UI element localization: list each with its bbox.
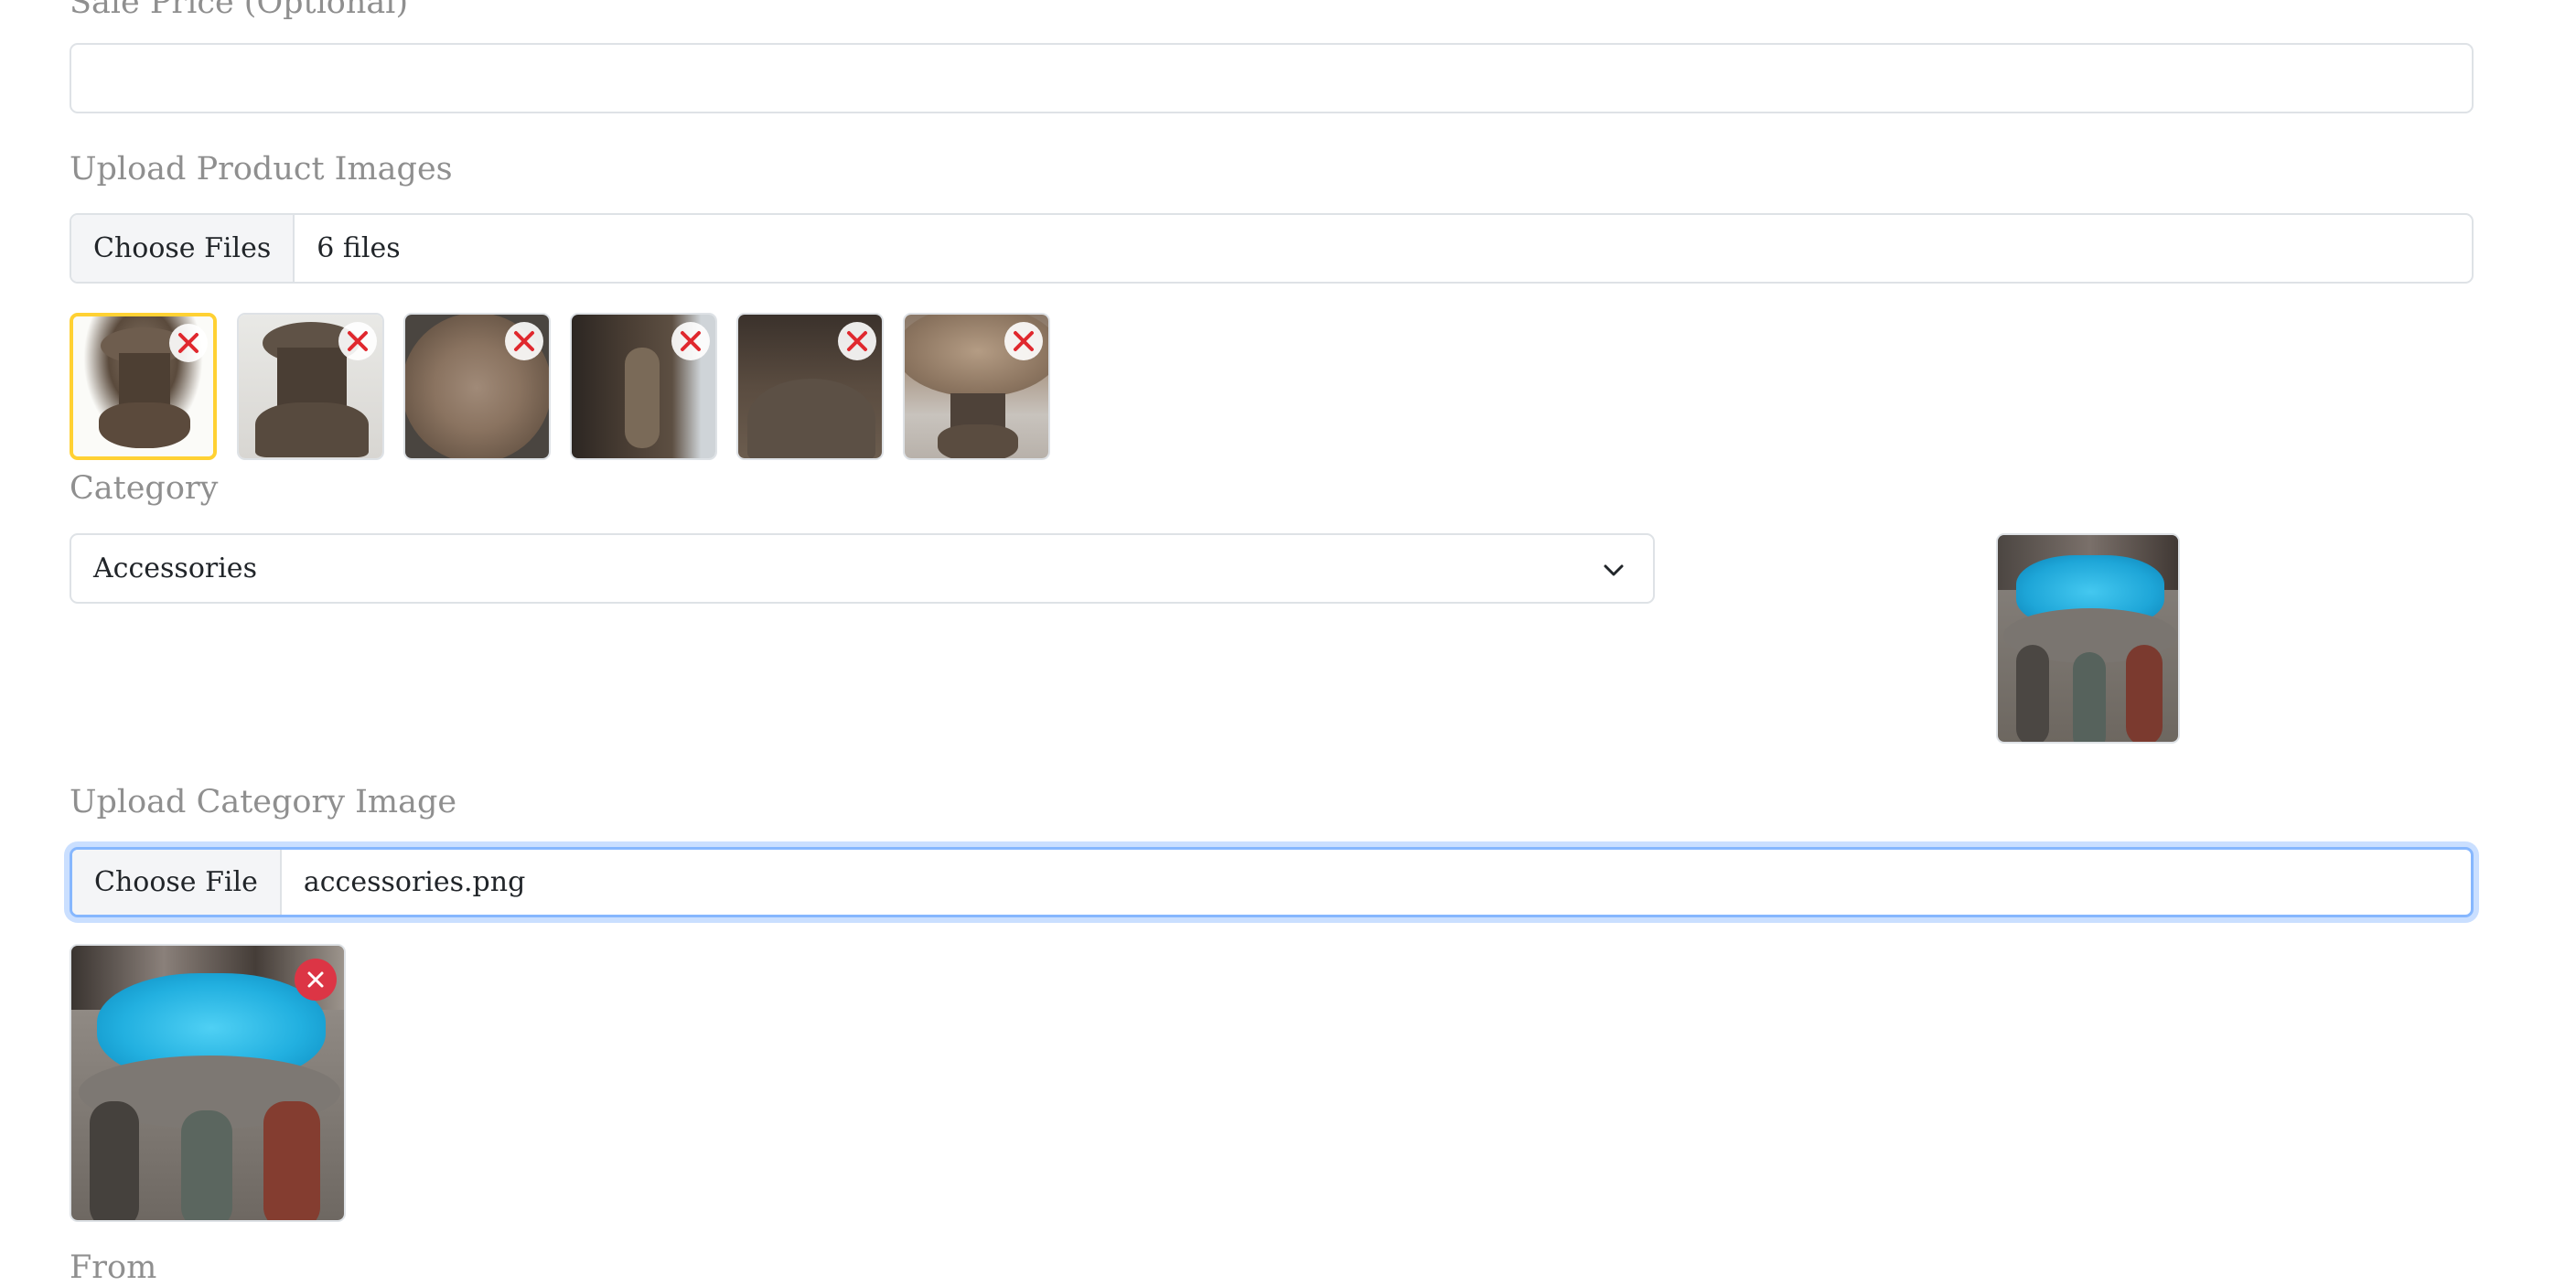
close-icon[interactable] — [838, 322, 876, 360]
close-icon[interactable] — [671, 322, 710, 360]
product-thumb-3[interactable] — [403, 313, 551, 460]
category-select[interactable]: Accessories — [70, 533, 1655, 604]
product-thumb-1[interactable] — [70, 313, 217, 460]
category-label: Category — [70, 470, 219, 507]
choose-files-button[interactable]: Choose Files — [71, 215, 295, 282]
chevron-down-icon — [1604, 564, 1624, 576]
upload-category-image-label: Upload Category Image — [70, 784, 457, 820]
category-image-file-name: accessories.png — [303, 866, 526, 898]
close-icon[interactable] — [169, 324, 208, 362]
close-icon[interactable] — [1004, 322, 1043, 360]
close-icon[interactable] — [505, 322, 543, 360]
product-images-file-input[interactable]: Choose Files 6 files — [70, 213, 2474, 284]
product-thumb-2[interactable] — [237, 313, 384, 460]
category-selected-value: Accessories — [93, 552, 257, 584]
upload-product-images-label: Upload Product Images — [70, 151, 453, 188]
category-image-file-input[interactable]: Choose File accessories.png — [70, 847, 2474, 917]
sale-price-input[interactable] — [70, 43, 2474, 113]
product-thumb-6[interactable] — [903, 313, 1050, 460]
category-image-preview — [1996, 533, 2180, 744]
product-images-status: 6 files — [317, 232, 401, 264]
product-thumb-4[interactable] — [570, 313, 717, 460]
close-icon[interactable] — [338, 322, 377, 360]
remove-category-image-button[interactable] — [295, 959, 337, 1001]
close-icon — [307, 971, 324, 988]
choose-file-button[interactable]: Choose File — [72, 850, 282, 915]
sale-price-label: Sale Price (Optional) — [70, 0, 409, 21]
product-thumb-5[interactable] — [736, 313, 884, 460]
category-image-thumbnail — [70, 944, 346, 1222]
from-label: From — [70, 1249, 157, 1286]
